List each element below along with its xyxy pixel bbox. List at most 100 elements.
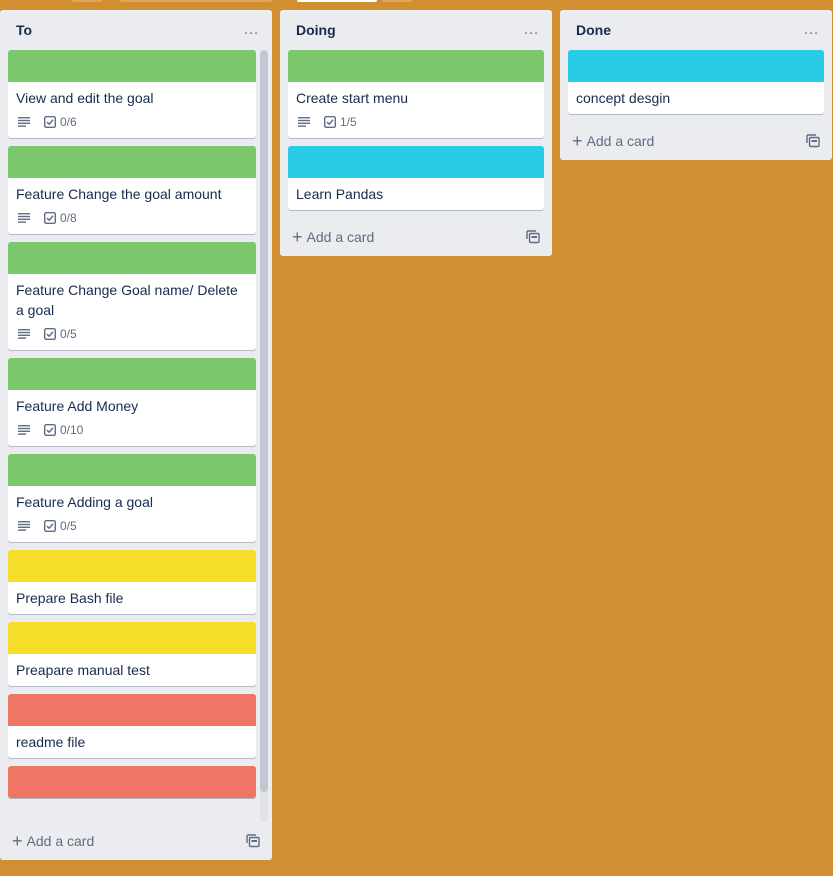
create-from-template-icon[interactable] <box>806 134 820 148</box>
add-card-label: Add a card <box>586 133 655 149</box>
list-scroll-area: View and edit the goal 0/6 Feature Change … <box>0 50 272 822</box>
checklist-badge: 0/10 <box>42 423 83 437</box>
card-badges: 0/5 <box>16 324 248 344</box>
card[interactable]: Feature Adding a goal 0/5 <box>8 454 256 542</box>
checklist-icon <box>44 212 56 224</box>
checklist-badge: 0/5 <box>42 519 77 533</box>
card-body: View and edit the goal 0/6 <box>8 82 256 138</box>
card-cover <box>8 622 256 654</box>
description-icon <box>18 425 30 435</box>
card[interactable]: Create start menu 1/5 <box>288 50 544 138</box>
add-card-button[interactable]: + Add a card <box>12 832 94 850</box>
checklist-badge: 1/5 <box>322 115 357 129</box>
card[interactable]: Feature Change Goal name/ Delete a goal 0… <box>8 242 256 350</box>
list-header: Done … <box>560 10 832 50</box>
add-card-button[interactable]: + Add a card <box>572 132 654 150</box>
card-body: readme file <box>8 726 256 758</box>
card-list: concept desgin <box>560 50 832 114</box>
description-badge <box>16 329 34 339</box>
checklist-icon <box>44 520 56 532</box>
card-title: Create start menu <box>296 90 409 106</box>
card-body: concept desgin <box>568 82 824 114</box>
card-cover <box>568 50 824 82</box>
list-menu-icon[interactable]: … <box>239 22 264 38</box>
description-icon <box>18 117 30 127</box>
card-badges: 0/5 <box>16 516 248 536</box>
plus-icon: + <box>12 831 23 851</box>
create-from-template-icon[interactable] <box>246 834 260 848</box>
card-list: View and edit the goal 0/6 Feature Change … <box>0 50 272 798</box>
description-badge <box>16 521 34 531</box>
add-card-row: + Add a card <box>0 822 272 860</box>
card-list: Create start menu 1/5 Learn Pandas <box>280 50 552 210</box>
checklist-icon <box>44 424 56 436</box>
card-title: View and edit the goal <box>16 90 154 106</box>
list-title[interactable]: Done <box>576 22 611 38</box>
add-card-label: Add a card <box>26 833 95 849</box>
card[interactable]: readme file <box>8 694 256 758</box>
scrollbar-thumb[interactable] <box>260 50 268 792</box>
header-button-remnant <box>120 0 272 2</box>
list-scrollbar[interactable] <box>260 50 268 822</box>
card[interactable]: Preapare manual test <box>8 622 256 686</box>
card-body: Feature Add Money 0/10 <box>8 390 256 446</box>
checklist-count: 0/5 <box>60 327 77 341</box>
card-body: Prepare Bash file <box>8 582 256 614</box>
card-title: Feature Change the goal amount <box>16 186 222 202</box>
card-cover <box>288 146 544 178</box>
list-menu-icon[interactable]: … <box>519 22 544 38</box>
card-cover <box>8 694 256 726</box>
card[interactable]: View and edit the goal 0/6 <box>8 50 256 138</box>
card[interactable]: concept desgin <box>568 50 824 114</box>
card-title: Preapare manual test <box>16 662 150 678</box>
card[interactable]: Prepare Bash file <box>8 550 256 614</box>
list-to: To … View and edit the goal 0/6 Feature Chan… <box>0 10 272 860</box>
card-cover <box>8 550 256 582</box>
add-card-row: + Add a card <box>560 122 832 160</box>
card-badges: 0/10 <box>16 420 248 440</box>
list-done: Done … concept desgin + Add a card <box>560 10 832 160</box>
card-title: concept desgin <box>576 90 671 106</box>
card[interactable] <box>8 766 256 798</box>
description-icon <box>18 213 30 223</box>
header-button-remnant <box>297 0 377 2</box>
create-from-template-icon[interactable] <box>526 230 540 244</box>
card-body: Preapare manual test <box>8 654 256 686</box>
card-badges: 0/8 <box>16 208 248 228</box>
add-card-label: Add a card <box>306 229 375 245</box>
description-badge <box>16 425 34 435</box>
checklist-count: 0/8 <box>60 211 77 225</box>
checklist-icon <box>44 328 56 340</box>
list-header: Doing … <box>280 10 552 50</box>
card-cover <box>8 766 256 798</box>
checklist-count: 0/10 <box>60 423 84 437</box>
card-title: Learn Pandas <box>296 186 384 202</box>
checklist-badge: 0/6 <box>42 115 77 129</box>
checklist-badge: 0/8 <box>42 211 77 225</box>
card-badges: 0/6 <box>16 112 248 132</box>
card[interactable]: Learn Pandas <box>288 146 544 210</box>
list-title[interactable]: Doing <box>296 22 336 38</box>
checklist-icon <box>44 116 56 128</box>
card-badges: 1/5 <box>296 112 536 132</box>
description-badge <box>296 117 314 127</box>
card[interactable]: Feature Change the goal amount 0/8 <box>8 146 256 234</box>
card-body: Feature Change Goal name/ Delete a goal 0… <box>8 274 256 350</box>
card-title: Feature Adding a goal <box>16 494 153 510</box>
description-badge <box>16 213 34 223</box>
checklist-badge: 0/5 <box>42 327 77 341</box>
list-menu-icon[interactable]: … <box>799 22 824 38</box>
card-title: Feature Change Goal name/ Delete a goal <box>16 282 238 318</box>
plus-icon: + <box>572 131 583 151</box>
description-icon <box>18 329 30 339</box>
card-title: Prepare Bash file <box>16 590 124 606</box>
card-body: Learn Pandas <box>288 178 544 210</box>
header-button-remnant <box>72 0 102 2</box>
card-cover <box>288 50 544 82</box>
card[interactable]: Feature Add Money 0/10 <box>8 358 256 446</box>
list-title[interactable]: To <box>16 22 32 38</box>
description-badge <box>16 117 34 127</box>
header-button-remnant <box>382 0 412 2</box>
add-card-button[interactable]: + Add a card <box>292 228 374 246</box>
add-card-row: + Add a card <box>280 218 552 256</box>
